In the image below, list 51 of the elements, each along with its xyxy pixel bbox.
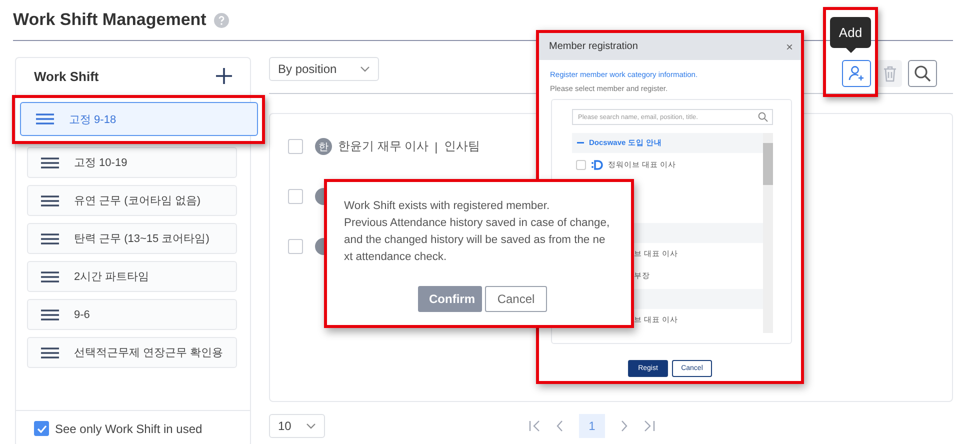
work-shift-item[interactable]: 고정 9-18 <box>20 102 258 136</box>
add-member-button[interactable] <box>842 60 871 87</box>
drag-handle-icon[interactable] <box>40 308 60 320</box>
drag-handle-icon[interactable] <box>40 194 60 206</box>
add-person-icon <box>848 65 865 82</box>
next-page-icon[interactable] <box>620 420 628 432</box>
scrollbar[interactable] <box>763 133 773 333</box>
search-button[interactable] <box>908 60 937 87</box>
group-by-dropdown[interactable]: By position <box>269 57 379 81</box>
work-shift-item[interactable]: 고정 10-19 <box>27 147 237 178</box>
drag-handle-icon[interactable] <box>40 346 60 358</box>
page-size-dropdown[interactable]: 10 <box>269 414 325 438</box>
work-shift-item[interactable]: 선택적근무제 연장근무 확인용 <box>27 337 237 368</box>
drag-handle-icon[interactable] <box>40 270 60 282</box>
member-name: 한윤기 재무 이사 <box>338 138 429 156</box>
work-shift-item[interactable]: 탄력 근무 (13~15 코어타임) <box>27 223 237 254</box>
drag-handle-icon[interactable] <box>35 113 55 125</box>
first-page-icon[interactable] <box>529 420 541 432</box>
work-shift-item[interactable]: 9-6 <box>27 299 237 330</box>
search-icon <box>758 112 768 122</box>
close-button[interactable]: × <box>786 40 793 54</box>
company-logo-icon <box>591 160 603 170</box>
panel-title: Work Shift <box>34 68 99 84</box>
chevron-down-icon <box>306 423 316 430</box>
member-checkbox[interactable] <box>288 239 303 254</box>
page-title: Work Shift Management <box>13 10 206 30</box>
search-icon <box>914 65 931 82</box>
previous-page-icon[interactable] <box>556 420 564 432</box>
chevron-down-icon <box>360 66 370 72</box>
member-checkbox[interactable] <box>288 189 303 204</box>
member-avatar: 한 <box>315 138 332 156</box>
check-icon <box>36 424 46 432</box>
trash-icon <box>882 66 896 82</box>
member-checkbox[interactable] <box>288 139 303 154</box>
delete-button[interactable] <box>877 60 902 87</box>
confirm-message: Previous Attendance history saved in case of change, and the changed history will be saved as from the next attendance check. <box>344 216 610 265</box>
member-team: 인사팀 <box>444 138 480 156</box>
confirm-message: Work Shift exists with registered member. <box>344 199 551 214</box>
filter-checkbox-label[interactable]: See only Work Shift in used <box>16 410 250 444</box>
filter-checkbox[interactable] <box>34 421 49 436</box>
member-checkbox[interactable] <box>576 160 586 170</box>
work-shift-item[interactable]: 2시간 파트타임 <box>27 261 237 292</box>
add-icon[interactable] <box>216 68 232 84</box>
separator: | <box>434 140 438 154</box>
dialog-title: Member registration <box>549 41 638 52</box>
tooltip: Add <box>830 17 871 48</box>
last-page-icon[interactable] <box>643 420 655 432</box>
cancel-button[interactable]: Cancel <box>485 286 547 312</box>
drag-handle-icon[interactable] <box>40 156 60 168</box>
drag-handle-icon[interactable] <box>40 232 60 244</box>
work-shift-item[interactable]: 유연 근무 (코어타임 없음) <box>27 185 237 216</box>
